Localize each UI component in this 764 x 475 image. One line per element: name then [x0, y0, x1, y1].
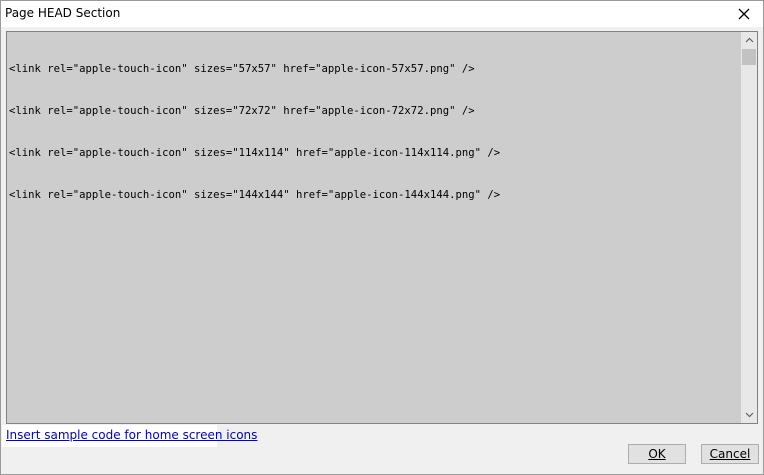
cancel-button[interactable]: Cancel — [701, 444, 759, 464]
dialog-window: Page HEAD Section <link rel="apple-touch… — [0, 0, 764, 475]
code-line: <link rel="apple-touch-icon" sizes="57x5… — [9, 63, 475, 75]
code-editor[interactable]: <link rel="apple-touch-icon" sizes="57x5… — [6, 31, 758, 424]
ok-button-label: OK — [648, 447, 666, 461]
cancel-button-label: Cancel — [709, 447, 751, 461]
close-button[interactable] — [729, 2, 759, 26]
title-bar: Page HEAD Section — [1, 1, 763, 27]
vertical-scrollbar[interactable] — [741, 32, 757, 423]
code-line: <link rel="apple-touch-icon" sizes="114x… — [9, 147, 501, 159]
scroll-thumb[interactable] — [742, 49, 756, 65]
scroll-down-button[interactable] — [741, 407, 757, 423]
ok-button[interactable]: OK — [628, 444, 686, 464]
sample-link-area: Insert sample code for home screen icons — [2, 425, 257, 447]
code-text[interactable]: <link rel="apple-touch-icon" sizes="57x5… — [9, 34, 739, 423]
scroll-up-button[interactable] — [741, 32, 757, 48]
code-line: <link rel="apple-touch-icon" sizes="144x… — [9, 189, 501, 201]
dialog-title: Page HEAD Section — [5, 6, 121, 20]
chevron-down-icon — [745, 412, 753, 418]
chevron-up-icon — [745, 37, 753, 43]
insert-sample-code-link[interactable]: Insert sample code for home screen icons — [6, 428, 257, 442]
code-line: <link rel="apple-touch-icon" sizes="72x7… — [9, 105, 475, 117]
close-icon — [738, 8, 750, 20]
